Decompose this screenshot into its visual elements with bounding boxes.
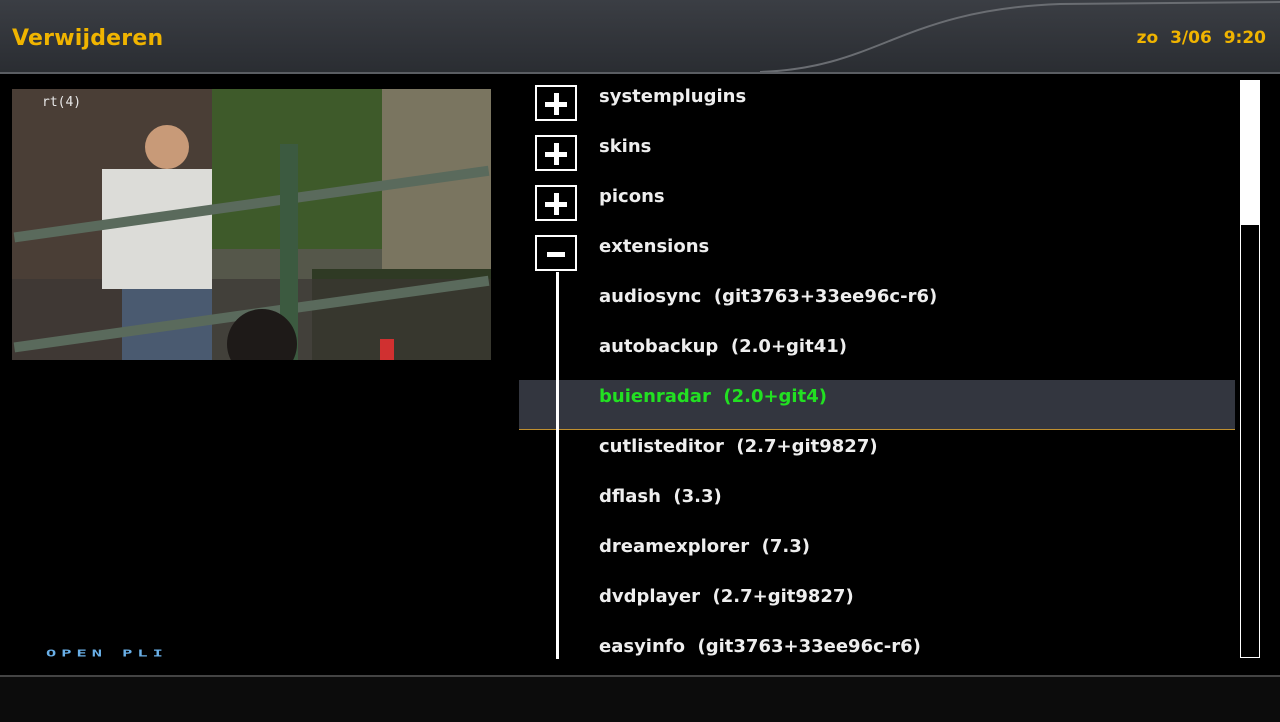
- openpli-logo: OPEN PLI: [46, 648, 168, 659]
- clock: zo 3/06 9:20: [1136, 28, 1266, 48]
- plugin-item[interactable]: dvdplayer (2.7+git9827): [519, 580, 1235, 630]
- tree-connector-line: [556, 272, 559, 659]
- header-swoosh: [759, 1, 1280, 72]
- category-row[interactable]: systemplugins: [519, 80, 1235, 130]
- plugin-label: cutlisteditor (2.7+git9827): [599, 436, 878, 457]
- channel-osd: rt(4): [42, 95, 82, 110]
- scrollbar-thumb[interactable]: [1241, 81, 1259, 225]
- plugin-label: dflash (3.3): [599, 486, 722, 507]
- expand-plus-icon[interactable]: [535, 85, 577, 121]
- plugin-label: dreamexplorer (7.3): [599, 536, 810, 557]
- plugin-label: easyinfo (git3763+33ee96c-r6): [599, 636, 921, 657]
- category-row[interactable]: skins: [519, 130, 1235, 180]
- footer-bar: [0, 675, 1280, 722]
- header-bar: Verwijderen zo 3/06 9:20: [0, 0, 1280, 74]
- scrollbar[interactable]: [1240, 80, 1260, 658]
- plugin-item[interactable]: easyinfo (git3763+33ee96c-r6): [519, 630, 1235, 660]
- tv-preview: rt(4): [12, 89, 491, 360]
- category-label: systemplugins: [599, 86, 747, 107]
- category-label: picons: [599, 186, 665, 207]
- category-label: skins: [599, 136, 652, 157]
- video-frame: [12, 89, 491, 360]
- plugin-label: autobackup (2.0+git41): [599, 336, 847, 357]
- plugin-list[interactable]: systemplugins skins picons extensions au…: [519, 80, 1235, 660]
- plugin-item[interactable]: cutlisteditor (2.7+git9827): [519, 430, 1235, 480]
- category-label: extensions: [599, 236, 710, 257]
- page-title: Verwijderen: [12, 26, 164, 51]
- plugin-item[interactable]: audiosync (git3763+33ee96c-r6): [519, 280, 1235, 330]
- plugin-item-selected[interactable]: buienradar (2.0+git4): [519, 380, 1235, 430]
- plugin-item[interactable]: autobackup (2.0+git41): [519, 330, 1235, 380]
- category-row[interactable]: picons: [519, 180, 1235, 230]
- expand-plus-icon[interactable]: [535, 135, 577, 171]
- plugin-label: dvdplayer (2.7+git9827): [599, 586, 854, 607]
- plugin-item[interactable]: dreamexplorer (7.3): [519, 530, 1235, 580]
- plugin-label: buienradar (2.0+git4): [599, 386, 827, 407]
- collapse-minus-icon[interactable]: [535, 235, 577, 271]
- expand-plus-icon[interactable]: [535, 185, 577, 221]
- plugin-label: audiosync (git3763+33ee96c-r6): [599, 286, 938, 307]
- plugin-item[interactable]: dflash (3.3): [519, 480, 1235, 530]
- category-row[interactable]: extensions: [519, 230, 1235, 280]
